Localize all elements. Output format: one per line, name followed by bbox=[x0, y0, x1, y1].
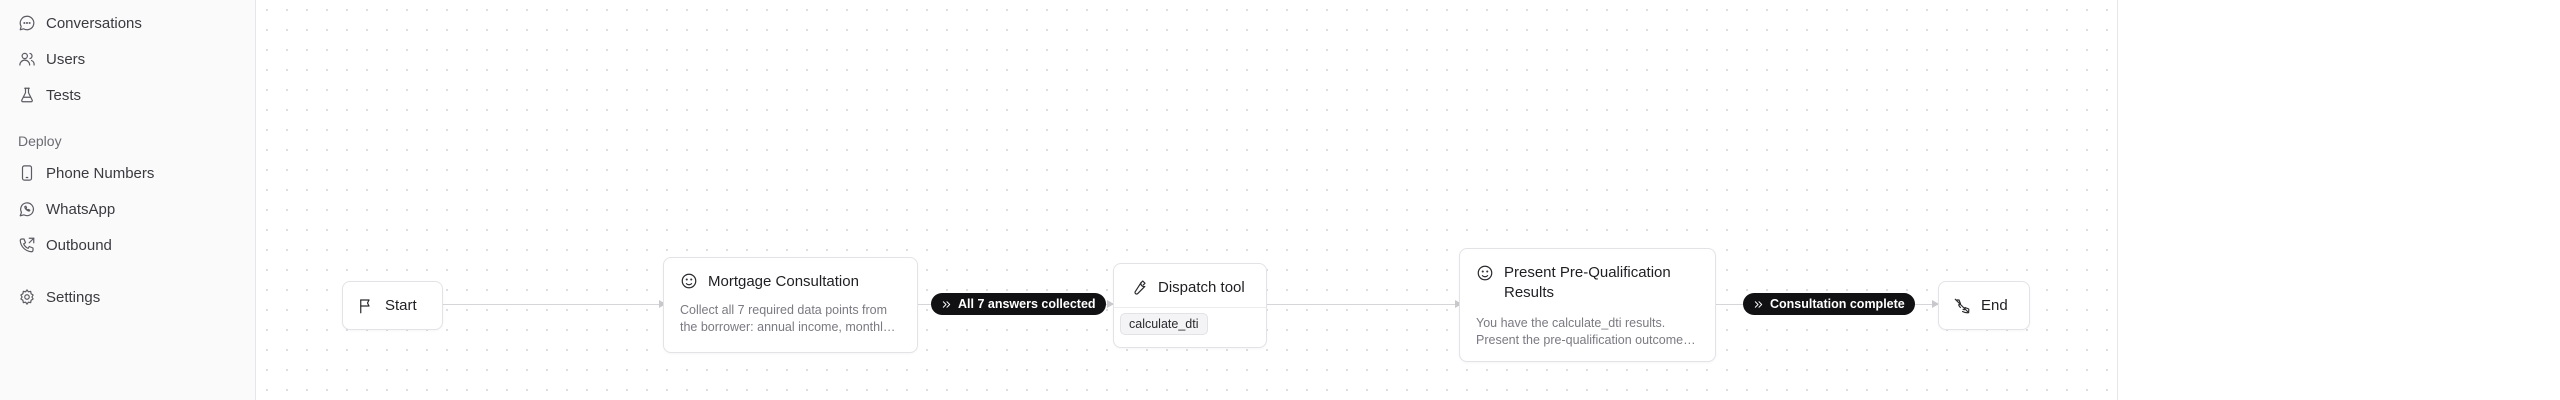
end-node-label: End bbox=[1981, 297, 2008, 314]
node-title: Dispatch tool bbox=[1158, 278, 1245, 296]
sidebar-item-label: Tests bbox=[46, 86, 82, 104]
agent-face-icon bbox=[681, 273, 697, 289]
start-node-label: Start bbox=[385, 297, 417, 314]
edge-dispatch-to-results bbox=[1267, 304, 1459, 305]
sidebar-item-label: Outbound bbox=[46, 236, 112, 254]
flask-icon bbox=[21, 87, 33, 103]
node-title: Present Pre-Qualification Results bbox=[1504, 264, 1671, 301]
phone-icon bbox=[21, 165, 33, 181]
present-results-node[interactable]: Present Pre-Qualification Results You ha… bbox=[1459, 248, 1716, 362]
tool-chip-calculate-dti[interactable]: calculate_dti bbox=[1120, 313, 1208, 335]
section-label-deploy: Deploy bbox=[18, 133, 62, 149]
sidebar-item-label: Phone Numbers bbox=[46, 164, 155, 182]
users-icon bbox=[19, 52, 35, 66]
sidebar-item-outbound[interactable]: Outbound bbox=[18, 231, 112, 259]
agent-face-icon bbox=[1477, 265, 1493, 281]
sidebar-item-settings[interactable]: Settings bbox=[18, 283, 100, 311]
sidebar-item-label: Settings bbox=[46, 288, 101, 306]
edge-label-consultation-complete[interactable]: Consultation complete bbox=[1743, 293, 1915, 315]
chevrons-right-icon bbox=[1754, 300, 1763, 308]
edge-label-answers-collected[interactable]: All 7 answers collected bbox=[931, 293, 1106, 315]
edge-start-to-consultation bbox=[443, 304, 663, 305]
edge-label-text: All 7 answers collected bbox=[958, 297, 1096, 311]
node-title: Mortgage Consultation bbox=[708, 272, 859, 290]
start-node[interactable]: Start bbox=[342, 281, 443, 330]
phone-off-icon bbox=[1954, 298, 1970, 313]
sidebar-item-users[interactable]: Users bbox=[18, 45, 85, 73]
edge-label-text: Consultation complete bbox=[1770, 297, 1905, 311]
gear-icon bbox=[20, 289, 34, 305]
wrench-icon bbox=[1134, 280, 1146, 295]
dispatch-tool-node[interactable]: Dispatch tool calculate_dti bbox=[1113, 263, 1267, 348]
whatsapp-icon bbox=[19, 202, 34, 217]
flag-icon bbox=[360, 298, 370, 313]
chevrons-right-icon bbox=[942, 300, 951, 308]
sidebar-item-phone-numbers[interactable]: Phone Numbers bbox=[18, 159, 154, 187]
sidebar-item-label: Users bbox=[46, 50, 86, 68]
sidebar-item-label: WhatsApp bbox=[46, 200, 116, 218]
sidebar: Conversations Users Tests Deploy Phone N… bbox=[0, 0, 256, 400]
phone-outgoing-icon bbox=[19, 237, 35, 253]
sidebar-item-whatsapp[interactable]: WhatsApp bbox=[18, 195, 115, 223]
sidebar-item-conversations[interactable]: Conversations bbox=[18, 9, 142, 37]
tool-list: calculate_dti bbox=[1114, 307, 1266, 340]
sidebar-item-tests[interactable]: Tests bbox=[18, 81, 81, 109]
end-node[interactable]: End bbox=[1938, 281, 2030, 330]
chat-bubble-icon bbox=[19, 15, 35, 31]
canvas-right-border bbox=[2117, 0, 2118, 400]
node-description: You have the calculate_dti results. Pres… bbox=[1476, 316, 1697, 347]
sidebar-item-label: Conversations bbox=[46, 14, 142, 32]
node-description: Collect all 7 required data points from … bbox=[680, 303, 890, 334]
mortgage-consultation-node[interactable]: Mortgage Consultation Collect all 7 requ… bbox=[663, 257, 918, 353]
